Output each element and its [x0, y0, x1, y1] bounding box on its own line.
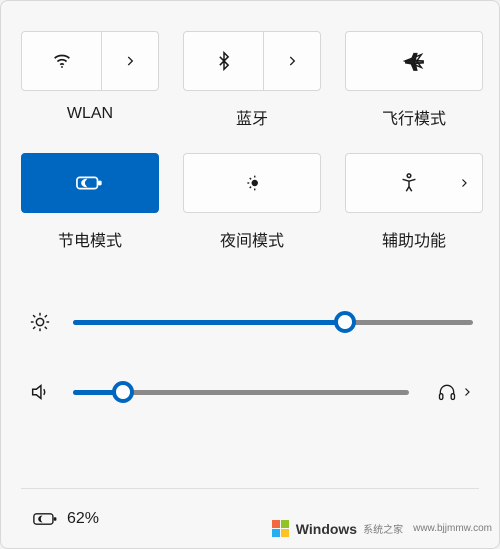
- volume-slider[interactable]: [73, 381, 409, 403]
- airplane-tile[interactable]: [345, 31, 483, 91]
- brightness-row: [27, 311, 473, 333]
- watermark: Windows 系统之家 www.bjjmmw.com: [272, 520, 492, 537]
- windows-logo-icon: [272, 520, 289, 537]
- wifi-icon: [51, 50, 73, 72]
- airplane-label: 飞行模式: [382, 105, 446, 129]
- brightness-slider[interactable]: [73, 311, 473, 333]
- battery-saver-tile[interactable]: [21, 153, 159, 213]
- headphones-icon: [437, 382, 457, 402]
- volume-row: [27, 381, 473, 403]
- chevron-right-icon: [285, 54, 299, 68]
- volume-icon: [27, 381, 53, 403]
- bluetooth-tile[interactable]: [183, 31, 321, 91]
- chevron-right-icon: [123, 54, 137, 68]
- wlan-tile-expand[interactable]: [102, 32, 158, 90]
- bluetooth-label: 蓝牙: [236, 105, 268, 129]
- bluetooth-tile-expand[interactable]: [264, 32, 320, 90]
- airplane-icon: [403, 50, 425, 72]
- battery-percent-text: 62%: [67, 510, 99, 528]
- wlan-tile[interactable]: [21, 31, 159, 91]
- bluetooth-tile-toggle[interactable]: [184, 32, 264, 90]
- chevron-right-icon: [461, 386, 473, 398]
- battery-status[interactable]: 62%: [33, 510, 99, 528]
- accessibility-tile[interactable]: [345, 153, 483, 213]
- sliders-section: [21, 311, 479, 403]
- watermark-subtitle: 系统之家: [363, 521, 403, 536]
- audio-output-expand[interactable]: [437, 382, 473, 402]
- watermark-brand: Windows: [296, 521, 357, 537]
- quick-settings-panel: WLAN 蓝牙 飞行模式 节电模式: [0, 0, 500, 549]
- bluetooth-icon: [214, 51, 234, 71]
- battery-saver-icon: [76, 173, 104, 193]
- accessibility-icon: [398, 172, 420, 194]
- tiles-row-2: 节电模式 夜间模式 辅助功能: [21, 153, 479, 251]
- chevron-right-icon: [458, 177, 470, 189]
- night-light-icon: [241, 172, 263, 194]
- battery-saver-status-icon: [33, 510, 59, 528]
- accessibility-label: 辅助功能: [382, 227, 446, 251]
- wlan-tile-toggle[interactable]: [22, 32, 102, 90]
- night-light-tile[interactable]: [183, 153, 321, 213]
- wlan-label: WLAN: [67, 105, 113, 123]
- watermark-url: www.bjjmmw.com: [413, 523, 492, 534]
- night-light-label: 夜间模式: [220, 227, 284, 251]
- brightness-icon: [27, 311, 53, 333]
- battery-saver-label: 节电模式: [58, 227, 122, 251]
- status-bar: 62%: [21, 488, 479, 548]
- tiles-row-1: WLAN 蓝牙 飞行模式: [21, 31, 479, 129]
